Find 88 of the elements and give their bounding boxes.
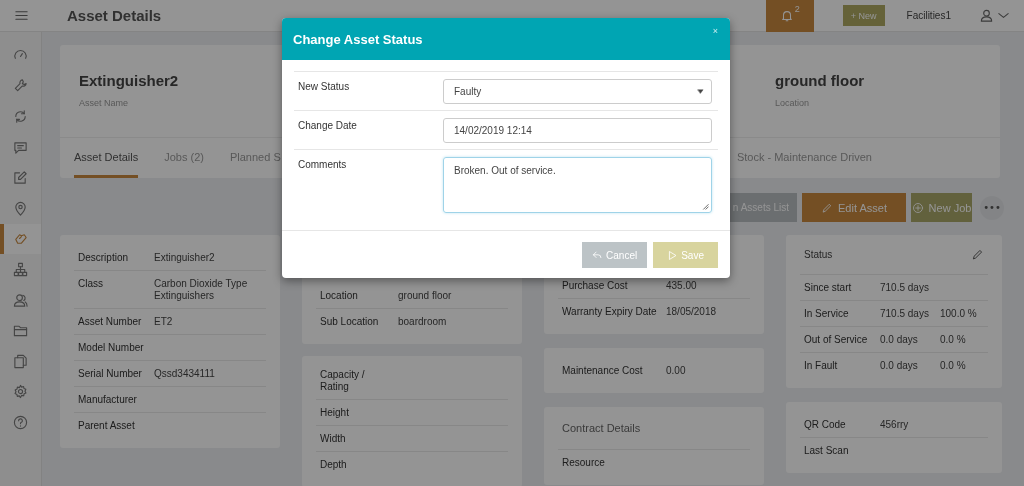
field-label: Warranty Expiry Date	[562, 305, 658, 318]
field-value: 18/05/2018	[666, 305, 718, 318]
field-label: Model Number	[78, 341, 145, 354]
user-icon	[979, 8, 994, 23]
bell-icon	[779, 8, 794, 23]
save-button[interactable]: Save	[653, 242, 718, 268]
field-label: Out of Service	[804, 333, 869, 346]
field-value: 0.0 %	[940, 333, 967, 346]
sidebar-item[interactable]	[0, 223, 41, 255]
more-options-button[interactable]: •••	[980, 195, 1004, 220]
field-label: In Fault	[804, 359, 839, 372]
comments-field[interactable]: Broken. Out of service.	[443, 157, 712, 213]
field-label: New Status	[298, 80, 351, 94]
tab[interactable]: Stock - Maintenance Driven	[736, 138, 872, 178]
field-label: Parent Asset	[78, 419, 136, 432]
field-value: 710.5 days	[880, 307, 930, 320]
field-label: Resource	[562, 456, 606, 469]
tab[interactable]: Jobs (2)	[164, 138, 204, 178]
field-value: 456rry	[880, 418, 910, 431]
asset-name: Extinguisher2	[79, 72, 179, 89]
edit-button[interactable]	[971, 248, 984, 261]
field-value: boardroom	[398, 315, 448, 328]
new-job-button[interactable]: New Job	[911, 193, 972, 222]
field-value: 710.5 days	[880, 281, 930, 294]
user-name: Facilities1	[906, 10, 951, 21]
field-label: Depth	[320, 458, 348, 471]
field-label: Sub Location	[320, 315, 380, 328]
hierarchy-icon	[13, 261, 28, 277]
field-label: Asset Number	[78, 315, 143, 328]
field-label: Maintenance Cost	[562, 364, 644, 377]
field-value: ET2	[154, 315, 174, 328]
field-label: Location	[320, 289, 359, 302]
field-label: Width	[320, 432, 347, 445]
location-name: ground floor	[775, 72, 865, 89]
field-label: Capacity / Rating	[320, 368, 366, 393]
tab[interactable]: Asset Details	[74, 138, 139, 178]
menu-icon	[13, 8, 29, 23]
section-title: Contract Details	[562, 422, 641, 434]
close-button[interactable]: ×	[712, 26, 718, 36]
field-label: Since start	[804, 281, 853, 294]
field-label: Comments	[298, 158, 348, 172]
new-button[interactable]: + New	[842, 5, 885, 26]
help-icon	[13, 414, 28, 430]
field-value: 435.00	[666, 279, 698, 292]
field-label: QR Code	[804, 418, 847, 431]
location-pin-icon	[13, 200, 28, 216]
field-value: 0.0 days	[880, 359, 919, 372]
plus-circle-icon	[911, 201, 924, 214]
field-label: Manufacturer	[78, 393, 138, 406]
folder-icon	[13, 323, 28, 339]
status-dropdown[interactable]: Faulty	[443, 79, 712, 104]
chat-icon	[13, 139, 28, 155]
modal-title: Change Asset Status	[293, 31, 423, 47]
date-field[interactable]: 14/02/2019 12:14	[443, 118, 712, 143]
field-value: Qssd3434111	[154, 367, 216, 380]
edit-asset-button[interactable]: Edit Asset	[802, 193, 906, 222]
field-value: Extinguisher2	[154, 251, 216, 264]
field-value: 0.0 days	[880, 333, 919, 346]
resize-grip-icon	[702, 203, 709, 210]
user-menu-button[interactable]	[979, 8, 1010, 23]
field-value: ground floor	[398, 289, 453, 302]
field-value: 100.0 %	[940, 307, 978, 320]
pencil-icon	[971, 248, 984, 261]
page-title: Asset Details	[67, 7, 163, 24]
field-value: 0.0 %	[940, 359, 967, 372]
dropdown-arrow-icon	[697, 88, 704, 95]
field-label: Description	[78, 251, 130, 264]
field-label: Last Scan	[804, 444, 850, 457]
gear-icon	[13, 384, 28, 400]
copy-icon	[13, 353, 28, 369]
field-label: Change Date	[298, 119, 358, 133]
field-label: Purchase Cost	[562, 279, 629, 292]
users-icon	[13, 292, 28, 308]
wrench-icon	[13, 78, 28, 94]
reply-arrow-icon	[592, 249, 604, 261]
field-value: 0.00	[666, 364, 687, 377]
notifications-button[interactable]: 2	[765, 0, 814, 32]
cancel-button[interactable]: Cancel	[582, 242, 648, 268]
field-value: Carbon Dioxide Type Extinguishers	[154, 277, 249, 302]
pencil-icon	[821, 201, 834, 214]
field-label: In Service	[804, 307, 850, 320]
play-icon	[667, 249, 679, 261]
field-label: Class	[78, 277, 104, 291]
field-label: Height	[320, 406, 350, 419]
field-label: Serial Number	[78, 367, 143, 380]
card-title: Status	[804, 249, 833, 260]
edit-icon	[13, 170, 28, 186]
circular-arrows-icon	[13, 109, 28, 124]
